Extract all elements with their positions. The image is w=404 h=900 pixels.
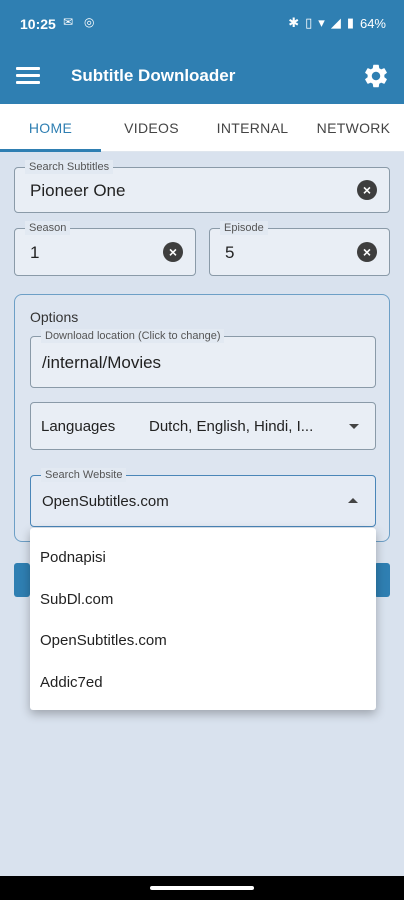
status-bar: 10:25 ✉ ◎ ✱ ▯ ▾ ◢ ▮ 64%	[0, 0, 404, 48]
episode-value: 5	[225, 243, 235, 262]
episode-label: Episode	[220, 221, 268, 235]
search-subtitles-value: Pioneer One	[30, 181, 126, 200]
wifi-icon: ▾	[318, 15, 325, 30]
tab-internal[interactable]: INTERNAL	[202, 104, 303, 151]
episode-field[interactable]: Episode 5 ×	[209, 221, 390, 276]
dropdown-item-podnapisi[interactable]: Podnapisi	[40, 549, 106, 566]
languages-dropdown-arrow-icon	[349, 424, 359, 429]
vibrate-icon: ▯	[305, 15, 313, 30]
tab-network[interactable]: NETWORK	[303, 104, 404, 151]
dropdown-item-opensubtitles[interactable]: OpenSubtitles.com	[40, 632, 167, 649]
clear-episode-icon[interactable]: ×	[357, 242, 377, 262]
search-website-dropdown-arrow-icon	[348, 498, 358, 503]
options-title: Options	[30, 309, 79, 325]
app-bar: Subtitle Downloader	[0, 48, 404, 104]
clear-search-icon[interactable]: ×	[357, 180, 377, 200]
clear-season-icon[interactable]: ×	[163, 242, 183, 262]
search-button-edge-left	[14, 563, 30, 597]
settings-gear-icon[interactable]	[362, 62, 390, 90]
search-website-dropdown: Podnapisi SubDl.com OpenSubtitles.com Ad…	[30, 528, 376, 710]
languages-label: Languages	[41, 418, 116, 435]
menu-icon[interactable]	[16, 64, 40, 88]
tab-videos[interactable]: VIDEOS	[101, 104, 202, 151]
bluetooth-icon: ✱	[288, 15, 300, 30]
download-location-label: Download location (Click to change)	[41, 329, 225, 343]
search-subtitles-field[interactable]: Search Subtitles Pioneer One ×	[14, 160, 390, 213]
download-location-value: /internal/Movies	[42, 353, 162, 372]
search-button-edge-right	[374, 563, 390, 597]
season-value: 1	[30, 243, 40, 262]
languages-select[interactable]: Languages Dutch, English, Hindi, I...	[30, 402, 376, 450]
search-website-label: Search Website	[41, 468, 127, 482]
tab-bar: HOME VIDEOS INTERNAL NETWORK	[0, 104, 404, 152]
tab-home[interactable]: HOME	[0, 104, 101, 152]
signal-icon: ◢	[330, 15, 341, 30]
season-label: Season	[25, 221, 71, 235]
status-right: ✱ ▯ ▾ ◢ ▮ 64%	[288, 15, 386, 31]
search-website-select[interactable]: Search Website OpenSubtitles.com	[30, 468, 376, 527]
dropdown-item-addic7ed[interactable]: Addic7ed	[40, 674, 103, 691]
search-website-value: OpenSubtitles.com	[42, 493, 169, 510]
app-title: Subtitle Downloader	[71, 66, 236, 85]
app-notification-icon: ◎	[84, 15, 95, 29]
system-nav-bar	[0, 876, 404, 900]
status-time: 10:25	[20, 16, 56, 32]
home-gesture-handle[interactable]	[150, 886, 254, 890]
battery-percent: 64%	[359, 15, 386, 31]
mail-notification-icon: ✉	[63, 15, 74, 29]
languages-value: Dutch, English, Hindi, I...	[149, 418, 314, 435]
battery-icon: ▮	[346, 15, 354, 30]
search-subtitles-label: Search Subtitles	[25, 160, 114, 174]
dropdown-item-subdl[interactable]: SubDl.com	[40, 591, 113, 608]
season-field[interactable]: Season 1 ×	[14, 221, 196, 276]
download-location-field[interactable]: Download location (Click to change) /int…	[30, 329, 376, 388]
